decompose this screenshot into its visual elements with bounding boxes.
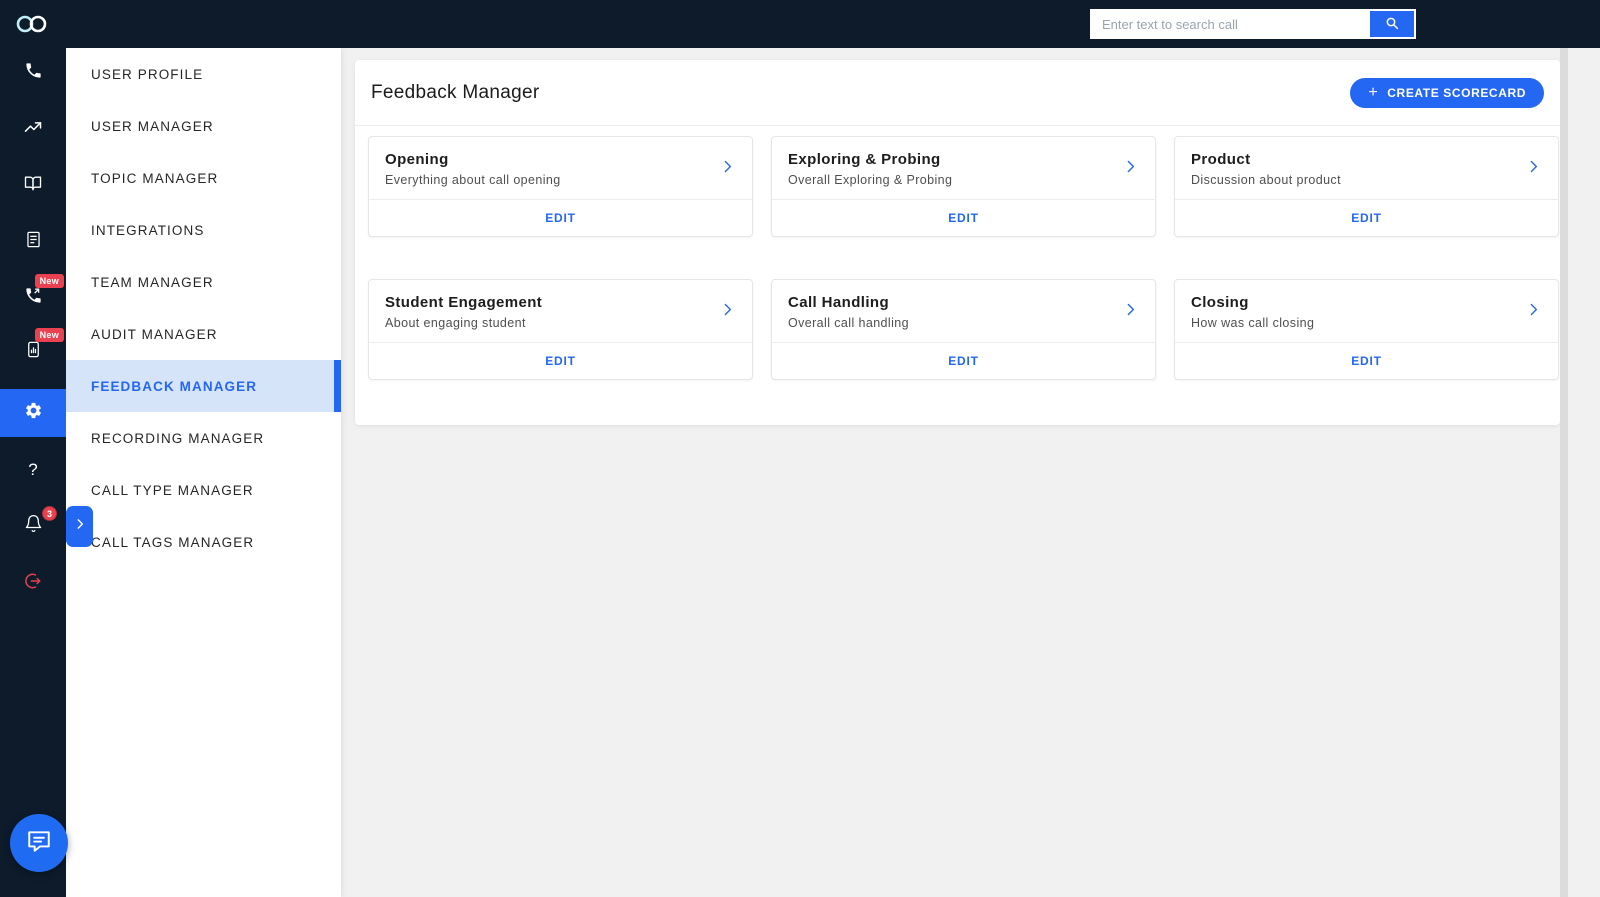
rail-item-settings[interactable]: [0, 389, 66, 437]
rail-item-analytics[interactable]: [0, 105, 66, 153]
plus-icon: +: [1368, 83, 1379, 101]
panel-header: Feedback Manager + CREATE SCORECARD: [355, 60, 1560, 126]
audit-doc-icon: [24, 230, 43, 254]
sidebar-item-topic-manager[interactable]: TOPIC MANAGER: [66, 152, 341, 204]
scorecard-product: Product Discussion about product EDIT: [1174, 136, 1559, 237]
card-subtitle: Discussion about product: [1191, 173, 1341, 187]
scorecard-student-engagement: Student Engagement About engaging studen…: [368, 279, 753, 380]
create-scorecard-button[interactable]: + CREATE SCORECARD: [1350, 77, 1544, 108]
card-subtitle: Overall call handling: [788, 316, 909, 330]
sidebar-item-call-type-manager[interactable]: CALL TYPE MANAGER: [66, 464, 341, 516]
edit-button[interactable]: EDIT: [948, 354, 979, 368]
scorecard-exploring-probing: Exploring & Probing Overall Exploring & …: [771, 136, 1156, 237]
notifications-icon: [24, 514, 43, 538]
card-title: Call Handling: [788, 294, 890, 311]
rail-item-calls[interactable]: [0, 49, 66, 97]
card-title: Opening: [385, 151, 449, 168]
icon-rail: New New ? 3: [0, 0, 66, 897]
scorecard-call-handling: Call Handling Overall call handling EDIT: [771, 279, 1156, 380]
scorecard-closing: Closing How was call closing EDIT: [1174, 279, 1559, 380]
card-title: Closing: [1191, 294, 1249, 311]
card-subtitle: How was call closing: [1191, 316, 1315, 330]
create-scorecard-label: CREATE SCORECARD: [1387, 85, 1526, 100]
card-title: Student Engagement: [385, 294, 543, 311]
chevron-right-icon: [73, 517, 87, 536]
chat-fab-button[interactable]: [10, 814, 68, 872]
analytics-icon: [23, 117, 43, 142]
search-icon: [1384, 15, 1400, 34]
reader-icon: [23, 173, 43, 198]
sidebar-item-recording-manager[interactable]: RECORDING MANAGER: [66, 412, 341, 464]
card-title: Product: [1191, 151, 1251, 168]
rail-item-logout[interactable]: [0, 559, 66, 607]
scorecard-grid: Opening Everything about call opening ED…: [355, 126, 1560, 380]
device-report-icon: [24, 340, 43, 364]
rail-item-device-report[interactable]: New: [0, 328, 66, 376]
page-title: Feedback Manager: [371, 81, 540, 103]
notification-count-badge: 3: [42, 506, 57, 521]
chevron-right-icon[interactable]: [719, 158, 736, 180]
chevron-right-icon[interactable]: [1122, 158, 1139, 180]
sidebar-item-call-tags-manager[interactable]: CALL TAGS MANAGER: [66, 516, 341, 568]
edit-button[interactable]: EDIT: [545, 354, 576, 368]
phone-icon: [24, 61, 43, 85]
settings-sidebar: USER PROFILE USER MANAGER TOPIC MANAGER …: [66, 48, 341, 897]
feedback-manager-panel: Feedback Manager + CREATE SCORECARD Open…: [355, 60, 1560, 425]
chevron-right-icon[interactable]: [1525, 158, 1542, 180]
card-subtitle: About engaging student: [385, 316, 526, 330]
edit-button[interactable]: EDIT: [1351, 211, 1382, 225]
card-title: Exploring & Probing: [788, 151, 941, 168]
rail-item-callback[interactable]: New: [0, 274, 66, 322]
card-subtitle: Everything about call opening: [385, 173, 561, 187]
search-button[interactable]: [1370, 11, 1414, 37]
search-bar: [1090, 9, 1416, 39]
scorecard-opening: Opening Everything about call opening ED…: [368, 136, 753, 237]
search-input[interactable]: [1092, 11, 1370, 37]
sidebar-item-team-manager[interactable]: TEAM MANAGER: [66, 256, 341, 308]
sidebar-expand-button[interactable]: [66, 506, 93, 547]
card-subtitle: Overall Exploring & Probing: [788, 173, 953, 187]
settings-icon: [24, 401, 43, 425]
callback-icon: [24, 286, 43, 310]
brand-logo[interactable]: [15, 13, 51, 35]
chat-icon: [26, 828, 52, 859]
chevron-right-icon[interactable]: [1525, 301, 1542, 323]
rail-item-audit[interactable]: [0, 218, 66, 266]
sidebar-item-user-manager[interactable]: USER MANAGER: [66, 100, 341, 152]
vertical-scrollbar[interactable]: [1560, 48, 1568, 897]
chevron-right-icon[interactable]: [1122, 301, 1139, 323]
edit-button[interactable]: EDIT: [545, 211, 576, 225]
sidebar-item-feedback-manager[interactable]: FEEDBACK MANAGER: [66, 360, 341, 412]
sidebar-item-user-profile[interactable]: USER PROFILE: [66, 48, 341, 100]
new-badge: New: [34, 328, 64, 342]
logout-icon: [23, 571, 43, 596]
help-icon: ?: [28, 460, 38, 479]
rail-item-notifications[interactable]: 3: [0, 502, 66, 550]
chevron-right-icon[interactable]: [719, 301, 736, 323]
sidebar-item-audit-manager[interactable]: AUDIT MANAGER: [66, 308, 341, 360]
sidebar-item-integrations[interactable]: INTEGRATIONS: [66, 204, 341, 256]
new-badge: New: [34, 274, 64, 288]
edit-button[interactable]: EDIT: [948, 211, 979, 225]
rail-item-library[interactable]: [0, 161, 66, 209]
edit-button[interactable]: EDIT: [1351, 354, 1382, 368]
rail-item-help[interactable]: ?: [0, 446, 66, 494]
topbar: [0, 0, 1600, 48]
